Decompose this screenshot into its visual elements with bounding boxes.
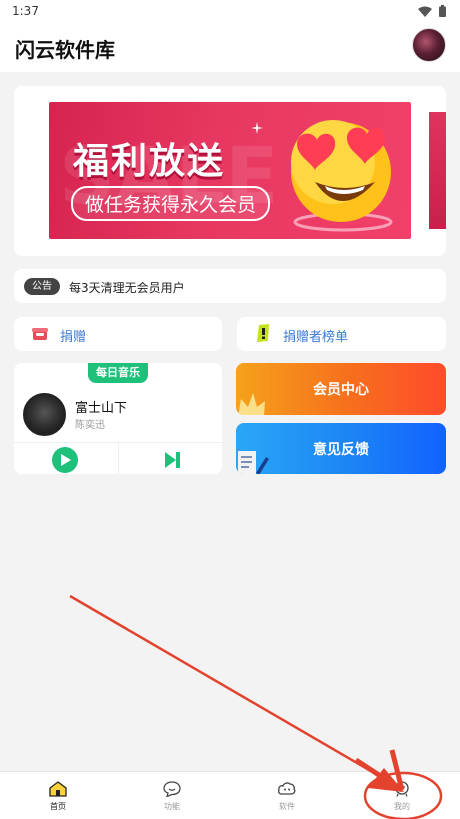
feedback-button[interactable]: 意见反馈 [236,423,446,474]
announcement-bar[interactable]: 公告 每3天清理无会员用户 [14,269,446,303]
battery-icon [439,5,446,17]
banner-carousel[interactable]: SALE 福利放送 做任务获得永久会员 [14,86,446,256]
nav-label-home: 首页 [50,802,66,811]
avatar[interactable] [412,28,446,62]
exclamation-note-icon [257,324,269,342]
banner-title: 福利放送 [73,141,226,182]
profile-icon [395,781,409,797]
donor-list-button[interactable]: 捐赠者榜单 [237,317,446,351]
banner-subtitle: 做任务获得永久会员 [71,186,271,221]
play-button[interactable] [52,447,78,473]
daily-music-card[interactable]: 每日音乐 富士山下 陈奕迅 [14,363,222,474]
daily-music-badge: 每日音乐 [88,363,148,383]
wifi-icon [418,6,432,17]
song-artist: 陈奕迅 [75,420,105,431]
nav-item-home[interactable]: 首页 [28,772,88,819]
donate-label: 捐赠 [60,330,87,345]
vip-center-button[interactable]: 会员中心 [236,363,446,415]
cloud-chat-icon [278,782,296,795]
banner-next-peek[interactable] [429,112,446,229]
nav-item-software[interactable]: 软件 [257,772,317,819]
bottom-navigation: 首页 功能 软件 我的 [0,771,460,819]
vip-center-label: 会员中心 [313,382,369,398]
banner-slide[interactable]: SALE 福利放送 做任务获得永久会员 [49,102,411,239]
feedback-label: 意见反馈 [313,442,369,458]
announcement-badge: 公告 [24,278,60,295]
nav-label-features: 功能 [164,802,180,811]
donor-list-label: 捐赠者榜单 [283,330,349,345]
home-icon [49,781,67,797]
announcement-text: 每3天清理无会员用户 [69,281,185,295]
play-icon [61,454,71,466]
next-track-button[interactable] [162,450,182,470]
status-time: 1:37 [12,4,39,18]
nav-item-features[interactable]: 功能 [142,772,202,819]
gift-box-icon [32,328,48,340]
page-title: 闪云软件库 [15,38,115,62]
annotation-arrow-line [69,594,401,790]
status-icons [418,5,446,17]
nav-label-software: 软件 [279,802,295,811]
nav-label-profile: 我的 [394,802,410,811]
song-title: 富士山下 [75,401,128,416]
skip-next-icon [165,452,180,468]
status-bar: 1:37 [0,0,460,24]
album-cover [23,393,66,436]
donate-button[interactable]: 捐赠 [14,317,222,351]
heart-eyes-emoji-icon [291,120,393,232]
divider [118,443,119,474]
app-bar: 闪云软件库 [0,24,460,72]
chat-icon [163,781,181,797]
nav-item-profile[interactable]: 我的 [372,772,432,819]
sparkle-icon [251,122,263,134]
